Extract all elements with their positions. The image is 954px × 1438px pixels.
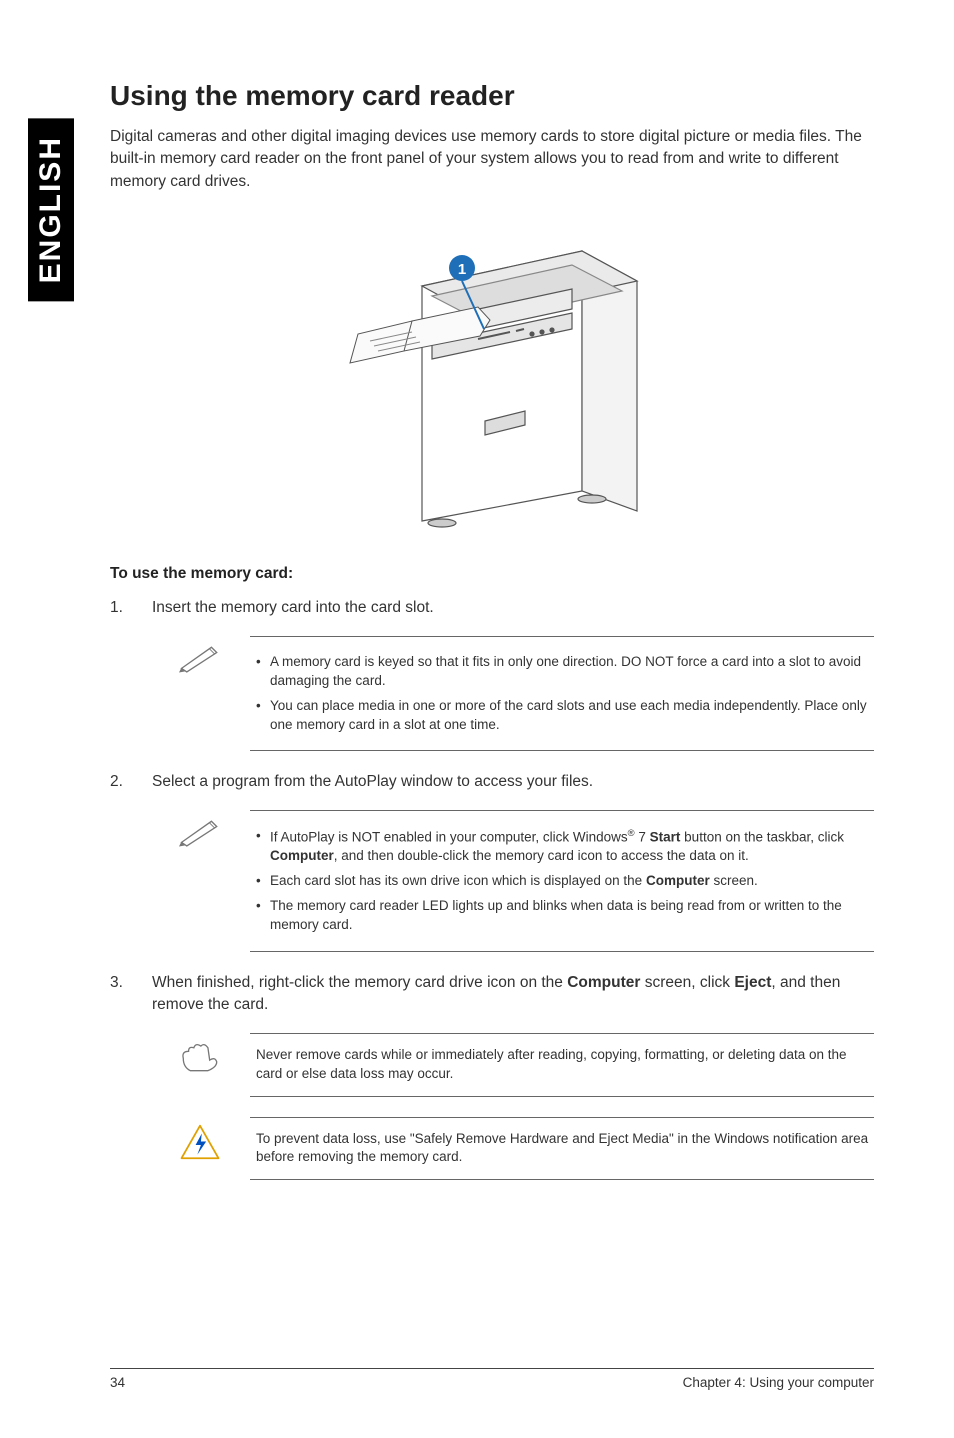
computer-tower-illustration: 1: [232, 211, 752, 541]
note-block-3: Never remove cards while or immediately …: [178, 1033, 874, 1097]
step-1: Insert the memory card into the card slo…: [110, 597, 874, 619]
pencil-note-icon: [178, 810, 238, 853]
side-language-tab: ENGLISH: [28, 118, 74, 301]
page-title: Using the memory card reader: [110, 80, 874, 112]
lightning-warning-icon: [178, 1117, 238, 1167]
note1-item1: A memory card is keyed so that it fits i…: [254, 653, 870, 691]
note1-item2: You can place media in one or more of th…: [254, 697, 870, 735]
note-block-1: A memory card is keyed so that it fits i…: [178, 636, 874, 752]
note-block-4: To prevent data loss, use "Safely Remove…: [178, 1117, 874, 1181]
note2-item2: Each card slot has its own drive icon wh…: [254, 872, 870, 891]
note4-text: To prevent data loss, use "Safely Remove…: [254, 1130, 870, 1168]
page-number: 34: [110, 1375, 125, 1390]
note-block-2: If AutoPlay is NOT enabled in your compu…: [178, 810, 874, 952]
callout-number: 1: [458, 261, 466, 278]
procedure-list-cont: Select a program from the AutoPlay windo…: [110, 771, 874, 793]
note2-item1: If AutoPlay is NOT enabled in your compu…: [254, 827, 870, 866]
note2-item3: The memory card reader LED lights up and…: [254, 897, 870, 935]
pencil-note-icon: [178, 636, 238, 679]
hand-caution-icon: [178, 1033, 238, 1079]
chapter-title: Chapter 4: Using your computer: [683, 1375, 874, 1390]
procedure-list-cont2: When finished, right-click the memory ca…: [110, 972, 874, 1017]
page-footer: 34 Chapter 4: Using your computer: [110, 1368, 874, 1390]
step-3: When finished, right-click the memory ca…: [110, 972, 874, 1017]
procedure-list: Insert the memory card into the card slo…: [110, 597, 874, 619]
computer-card-slot-figure: 1: [232, 211, 752, 541]
intro-paragraph: Digital cameras and other digital imagin…: [110, 126, 874, 193]
procedure-heading: To use the memory card:: [110, 565, 874, 583]
note3-text: Never remove cards while or immediately …: [254, 1046, 870, 1084]
step-2: Select a program from the AutoPlay windo…: [110, 771, 874, 793]
